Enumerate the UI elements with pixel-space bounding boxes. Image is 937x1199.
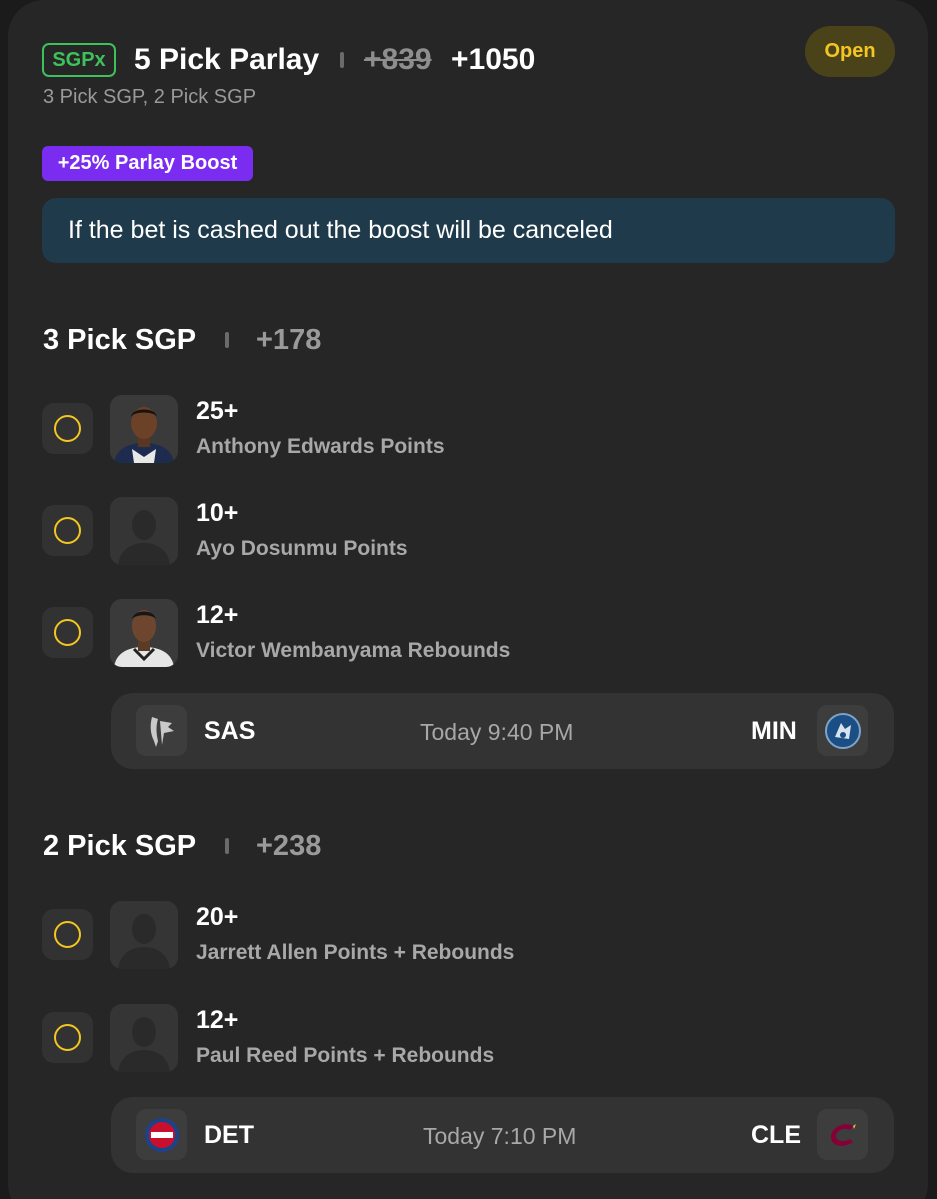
pick-line: 10+ bbox=[196, 499, 239, 527]
player-avatar bbox=[110, 395, 178, 463]
timberwolves-logo-icon bbox=[817, 705, 868, 756]
game-time: Today 7:10 PM bbox=[423, 1123, 577, 1149]
pending-ring-icon bbox=[54, 517, 81, 544]
section-divider bbox=[225, 332, 229, 348]
pick-market: Anthony Edwards Points bbox=[196, 435, 445, 458]
pick-status-check bbox=[42, 403, 93, 454]
parlay-boost-badge: +25% Parlay Boost bbox=[42, 146, 253, 181]
home-team-abbr: SAS bbox=[204, 717, 256, 745]
game-time: Today 9:40 PM bbox=[420, 719, 574, 745]
pick-status-check bbox=[42, 909, 93, 960]
pending-ring-icon bbox=[54, 415, 81, 442]
player-silhouette-icon bbox=[110, 1004, 178, 1072]
section-divider bbox=[225, 838, 229, 854]
home-team-abbr: DET bbox=[204, 1121, 254, 1149]
victor-wembanyama-photo-icon bbox=[110, 599, 178, 667]
pick-line: 12+ bbox=[196, 1006, 239, 1034]
player-silhouette-icon bbox=[110, 497, 178, 565]
spurs-logo-icon bbox=[136, 705, 187, 756]
section-title: 2 Pick SGP bbox=[43, 830, 197, 862]
player-silhouette-icon bbox=[110, 901, 178, 969]
sgpx-badge: SGPx bbox=[42, 43, 116, 77]
pistons-logo-icon bbox=[136, 1109, 187, 1160]
boost-cashout-notice: If the bet is cashed out the boost will … bbox=[42, 198, 895, 263]
original-odds: +839 bbox=[364, 43, 432, 76]
section-title: 3 Pick SGP bbox=[43, 324, 197, 356]
title-divider bbox=[340, 52, 344, 68]
status-badge: Open bbox=[805, 26, 895, 77]
player-avatar bbox=[110, 901, 178, 969]
cavaliers-logo-icon bbox=[817, 1109, 868, 1160]
away-team-abbr: MIN bbox=[751, 717, 797, 745]
pick-market: Victor Wembanyama Rebounds bbox=[196, 639, 511, 662]
section-odds: +238 bbox=[256, 830, 322, 862]
pick-line: 25+ bbox=[196, 397, 239, 425]
pending-ring-icon bbox=[54, 619, 81, 646]
anthony-edwards-photo-icon bbox=[110, 395, 178, 463]
game-info-bar[interactable]: DET Today 7:10 PM CLE bbox=[111, 1097, 894, 1173]
pick-market: Ayo Dosunmu Points bbox=[196, 537, 408, 560]
boosted-odds: +1050 bbox=[451, 43, 536, 76]
parlay-title: 5 Pick Parlay bbox=[134, 43, 320, 76]
game-info-bar[interactable]: SAS Today 9:40 PM MIN bbox=[111, 693, 894, 769]
pick-line: 20+ bbox=[196, 903, 239, 931]
parlay-subtitle: 3 Pick SGP, 2 Pick SGP bbox=[43, 86, 257, 108]
bet-card: SGPx 5 Pick Parlay +839 +1050 3 Pick SGP… bbox=[8, 0, 928, 1199]
section-odds: +178 bbox=[256, 324, 322, 356]
away-team-abbr: CLE bbox=[751, 1121, 801, 1149]
pick-status-check bbox=[42, 1012, 93, 1063]
player-avatar bbox=[110, 599, 178, 667]
pick-status-check bbox=[42, 607, 93, 658]
player-avatar bbox=[110, 1004, 178, 1072]
pick-status-check bbox=[42, 505, 93, 556]
pick-market: Jarrett Allen Points + Rebounds bbox=[196, 941, 515, 964]
pick-market: Paul Reed Points + Rebounds bbox=[196, 1044, 495, 1067]
pick-line: 12+ bbox=[196, 601, 239, 629]
pending-ring-icon bbox=[54, 921, 81, 948]
player-avatar bbox=[110, 497, 178, 565]
pending-ring-icon bbox=[54, 1024, 81, 1051]
